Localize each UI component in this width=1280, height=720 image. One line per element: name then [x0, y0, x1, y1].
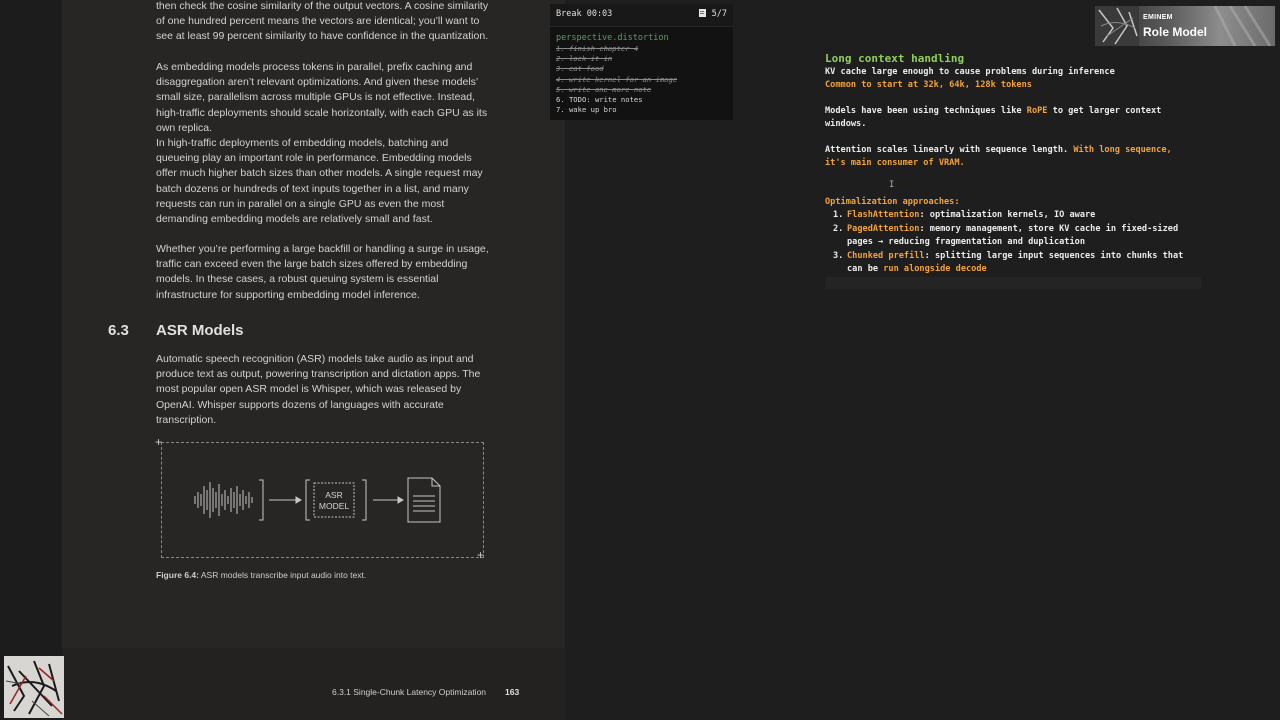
approach-text: : memory management, store KV cache in f…	[919, 224, 1179, 234]
asr-model-box	[313, 482, 355, 518]
approach-text: : splitting large input sequences into c…	[924, 251, 1184, 261]
asr-box-label-2: MODEL	[319, 501, 350, 511]
todo-list: 1. finish chapter 4 2. lock it in 3. eat…	[556, 44, 677, 115]
approach-name: Chunked prefill	[847, 251, 925, 261]
paragraph-batching: In high-traffic deployments of embedding…	[156, 137, 483, 226]
note-approaches-title: Optimalization approaches:	[825, 197, 960, 207]
section-number: 6.3	[108, 322, 129, 339]
now-playing-widget[interactable]: EMINEM Role Model	[1095, 6, 1275, 46]
asr-figure-diagram: ASR MODEL	[194, 477, 441, 523]
approach-item: 3. Chunked prefill: splitting large input…	[825, 250, 1205, 276]
approach-highlight: run alongside decode	[883, 264, 987, 274]
approaches-list: 1. FlashAttention: optimalization kernels…	[825, 209, 1205, 276]
asr-box-label-1: ASR	[325, 490, 342, 500]
album-art-icon[interactable]	[4, 656, 64, 718]
text-cursor-icon: I	[889, 180, 895, 190]
todo-counter-value: 5/7	[711, 9, 727, 19]
paragraph-parallel: As embedding models process tokens in pa…	[156, 61, 488, 134]
note-kv-line: KV cache large enough to cause problems …	[825, 67, 1115, 77]
approach-name: FlashAttention	[847, 210, 920, 220]
todo-item[interactable]: 3. eat food	[556, 64, 677, 74]
note-models-line: Models have been using techniques like R…	[825, 105, 1161, 118]
figure-caption-label: Figure 6.4:	[156, 570, 199, 580]
bracket	[259, 479, 264, 521]
todo-item[interactable]: 1. finish chapter 4	[556, 44, 677, 54]
todo-item[interactable]: 5. write one more note	[556, 85, 677, 95]
pdf-viewer[interactable]: then check the cosine similarity of the …	[0, 0, 565, 720]
todo-item[interactable]: 6. TODO: write notes	[556, 95, 677, 105]
approach-item: 2. PagedAttention: memory management, sto…	[825, 223, 1205, 249]
approach-number: 3.	[833, 251, 844, 261]
bracket	[362, 479, 367, 521]
todo-item[interactable]: 7. wake up bro	[556, 105, 677, 115]
approach-text: can be	[847, 264, 884, 274]
track-title: Role Model	[1143, 25, 1208, 39]
widget-header: Break 00:03 5/7	[550, 4, 733, 27]
approach-number: 2.	[833, 224, 844, 234]
waveform-icon	[194, 482, 253, 518]
document-icon	[698, 9, 706, 17]
note-text: Models have been using techniques like	[825, 106, 1027, 116]
paragraph-asr: Automatic speech recognition (ASR) model…	[156, 353, 481, 426]
todo-widget[interactable]: Break 00:03 5/7 perspective.distortion 1…	[550, 4, 733, 120]
break-timer: Break 00:03	[556, 9, 613, 19]
approach-text: pages → reducing fragmentation and dupli…	[847, 237, 1085, 247]
bracket	[305, 479, 310, 521]
paragraph-cosine: then check the cosine similarity of the …	[156, 0, 489, 43]
approach-name: PagedAttention	[847, 224, 920, 234]
note-highlight-long-sequence: With long sequence,	[1073, 145, 1172, 155]
artist-name: EMINEM	[1143, 14, 1173, 21]
approach-number: 1.	[833, 210, 844, 220]
approach-text: : optimalization kernels, IO aware	[919, 210, 1096, 220]
figure-caption-text: ASR models transcribe input audio into t…	[198, 570, 367, 580]
notes-heading: Long context handling	[825, 52, 965, 65]
corner-marker: +	[477, 548, 485, 562]
file-text-icon	[407, 477, 441, 523]
todo-item[interactable]: 4. write kernel for an image	[556, 75, 677, 85]
arrow-right-icon	[269, 496, 302, 504]
todo-list-title: perspective.distortion	[556, 33, 669, 43]
paragraph-backfill: Whether you’re performing a large backfi…	[156, 243, 489, 301]
note-models-cont: windows.	[825, 119, 867, 129]
note-attention-cont: it's main consumer of VRAM.	[825, 158, 965, 168]
note-text: Attention scales linearly with sequence …	[825, 145, 1074, 155]
footer-section-title: 6.3.1 Single-Chunk Latency Optimization	[332, 687, 487, 697]
pdf-page-footer	[62, 648, 565, 720]
section-title: ASR Models	[156, 322, 244, 339]
note-attention-line: Attention scales linearly with sequence …	[825, 144, 1172, 157]
current-line-highlight	[825, 277, 1201, 289]
approach-item: 1. FlashAttention: optimalization kernels…	[825, 209, 1205, 222]
footer-page-number: 163	[505, 687, 520, 697]
corner-marker: +	[155, 435, 163, 449]
todo-item[interactable]: 2. lock it in	[556, 54, 677, 64]
note-common-line: Common to start at 32k, 64k, 128k tokens	[825, 80, 1032, 90]
note-highlight-rope: RoPE	[1026, 106, 1048, 116]
todo-counter: 5/7	[698, 9, 727, 19]
figure-caption: Figure 6.4: ASR models transcribe input …	[156, 570, 366, 580]
note-text: to get larger context	[1047, 106, 1162, 116]
arrow-right-icon	[373, 496, 404, 504]
